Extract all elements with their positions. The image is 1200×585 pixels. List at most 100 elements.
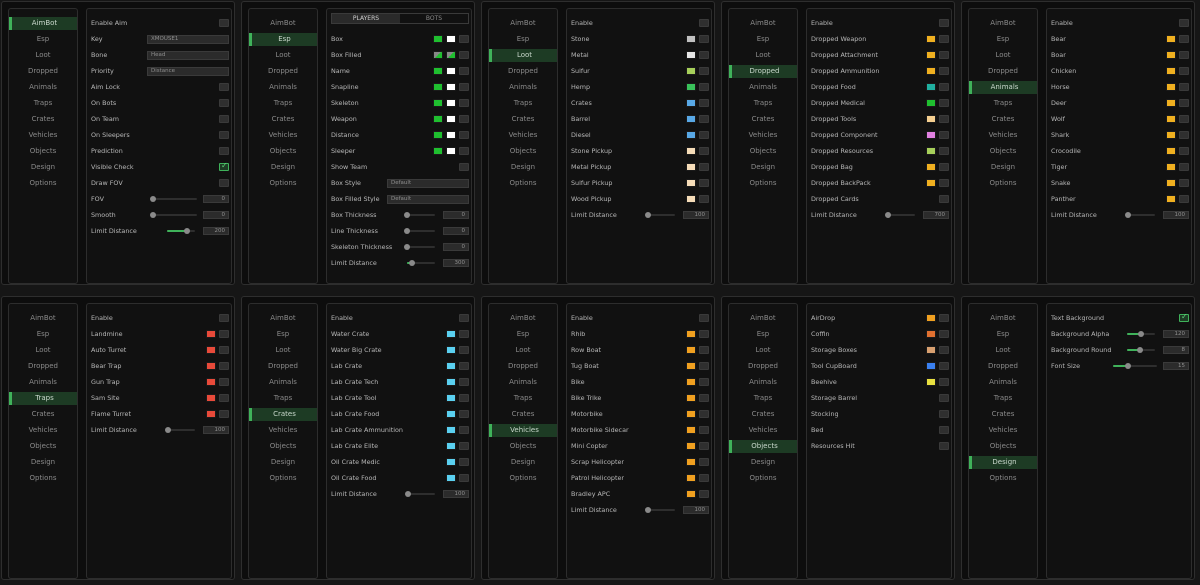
checkbox[interactable] [699,195,709,203]
sidebar-item-vehicles[interactable]: Vehicles [729,129,797,142]
sidebar-item-design[interactable]: Design [9,456,77,469]
sidebar-item-aimbot[interactable]: AimBot [489,17,557,30]
sidebar-item-vehicles[interactable]: Vehicles [249,129,317,142]
sidebar-item-animals[interactable]: Animals [249,376,317,389]
sidebar-item-design[interactable]: Design [969,161,1037,174]
slider-track[interactable] [405,491,435,497]
color-swatch[interactable] [446,442,456,450]
secondary-color-swatch[interactable] [446,67,456,75]
checkbox[interactable] [699,83,709,91]
color-swatch[interactable] [206,394,216,402]
sidebar-item-animals[interactable]: Animals [9,81,77,94]
checkbox[interactable] [219,346,229,354]
checkbox[interactable] [939,99,949,107]
sidebar-item-vehicles[interactable]: Vehicles [969,424,1037,437]
primary-color-swatch[interactable] [433,83,443,91]
checkbox[interactable] [1179,99,1189,107]
color-swatch[interactable] [686,99,696,107]
secondary-color-swatch[interactable] [446,35,456,43]
slider-track[interactable] [645,507,675,513]
sidebar-item-crates[interactable]: Crates [489,408,557,421]
sidebar-item-dropped[interactable]: Dropped [489,65,557,78]
color-swatch[interactable] [686,474,696,482]
sidebar-item-objects[interactable]: Objects [489,145,557,158]
slider-track[interactable] [150,196,197,202]
sidebar-item-traps[interactable]: Traps [969,97,1037,110]
sidebar-item-crates[interactable]: Crates [249,113,317,126]
sidebar-item-esp[interactable]: Esp [249,328,317,341]
slider-track[interactable] [1127,347,1155,353]
checkbox[interactable] [459,314,469,322]
checkbox[interactable] [699,458,709,466]
color-swatch[interactable] [926,362,936,370]
sidebar-item-esp[interactable]: Esp [969,328,1037,341]
checkbox[interactable] [1179,83,1189,91]
color-swatch[interactable] [926,147,936,155]
checkbox[interactable] [939,67,949,75]
secondary-color-swatch[interactable] [446,147,456,155]
checkbox[interactable] [459,362,469,370]
sidebar-item-traps[interactable]: Traps [729,97,797,110]
color-swatch[interactable] [446,330,456,338]
checkbox[interactable] [699,35,709,43]
primary-color-swatch[interactable] [433,67,443,75]
color-swatch[interactable] [926,163,936,171]
checkbox[interactable] [459,330,469,338]
checkbox[interactable] [459,83,469,91]
sidebar-item-animals[interactable]: Animals [489,81,557,94]
sidebar-item-objects[interactable]: Objects [969,145,1037,158]
checkbox[interactable] [219,131,229,139]
color-swatch[interactable] [926,179,936,187]
sidebar-item-dropped[interactable]: Dropped [729,360,797,373]
sidebar-item-options[interactable]: Options [489,472,557,485]
color-swatch[interactable] [686,442,696,450]
sidebar-item-dropped[interactable]: Dropped [9,65,77,78]
primary-color-swatch[interactable] [433,35,443,43]
sidebar-item-traps[interactable]: Traps [489,392,557,405]
color-swatch[interactable] [686,195,696,203]
sidebar-item-animals[interactable]: Animals [729,376,797,389]
secondary-color-swatch[interactable] [446,131,456,139]
sidebar-item-crates[interactable]: Crates [249,408,317,421]
checkbox[interactable] [459,426,469,434]
sidebar-item-aimbot[interactable]: AimBot [489,312,557,325]
color-swatch[interactable] [686,458,696,466]
sidebar-item-options[interactable]: Options [729,472,797,485]
sidebar-item-loot[interactable]: Loot [9,49,77,62]
sidebar-item-options[interactable]: Options [249,177,317,190]
secondary-color-swatch[interactable] [446,115,456,123]
slider-handle[interactable] [150,212,156,218]
sidebar-item-options[interactable]: Options [249,472,317,485]
checkbox[interactable] [219,179,229,187]
checkbox[interactable] [219,314,229,322]
sidebar-item-esp[interactable]: Esp [489,33,557,46]
sidebar-item-crates[interactable]: Crates [729,113,797,126]
slider-track[interactable] [150,212,197,218]
slider-handle[interactable] [885,212,892,218]
sidebar-item-loot[interactable]: Loot [489,49,557,62]
sidebar-item-dropped[interactable]: Dropped [489,360,557,373]
checkbox[interactable] [699,147,709,155]
slider-track[interactable] [645,212,675,218]
checkbox[interactable] [459,346,469,354]
sidebar-item-objects[interactable]: Objects [969,440,1037,453]
color-swatch[interactable] [686,179,696,187]
slider-track[interactable] [404,228,435,234]
checkbox[interactable] [459,394,469,402]
checkbox[interactable] [459,67,469,75]
sidebar-item-aimbot[interactable]: AimBot [729,17,797,30]
slider-handle[interactable] [409,260,416,266]
checkbox[interactable] [939,147,949,155]
sidebar-item-esp[interactable]: Esp [9,33,77,46]
sidebar-item-options[interactable]: Options [9,472,77,485]
checkbox[interactable] [699,426,709,434]
sidebar-item-animals[interactable]: Animals [969,376,1037,389]
slider-track[interactable] [885,212,915,218]
sidebar-item-crates[interactable]: Crates [9,408,77,421]
checkbox[interactable] [939,163,949,171]
color-swatch[interactable] [926,67,936,75]
secondary-color-swatch[interactable] [446,99,456,107]
tab-bots[interactable]: BOTS [400,14,468,23]
color-swatch[interactable] [686,426,696,434]
checkbox[interactable] [459,378,469,386]
